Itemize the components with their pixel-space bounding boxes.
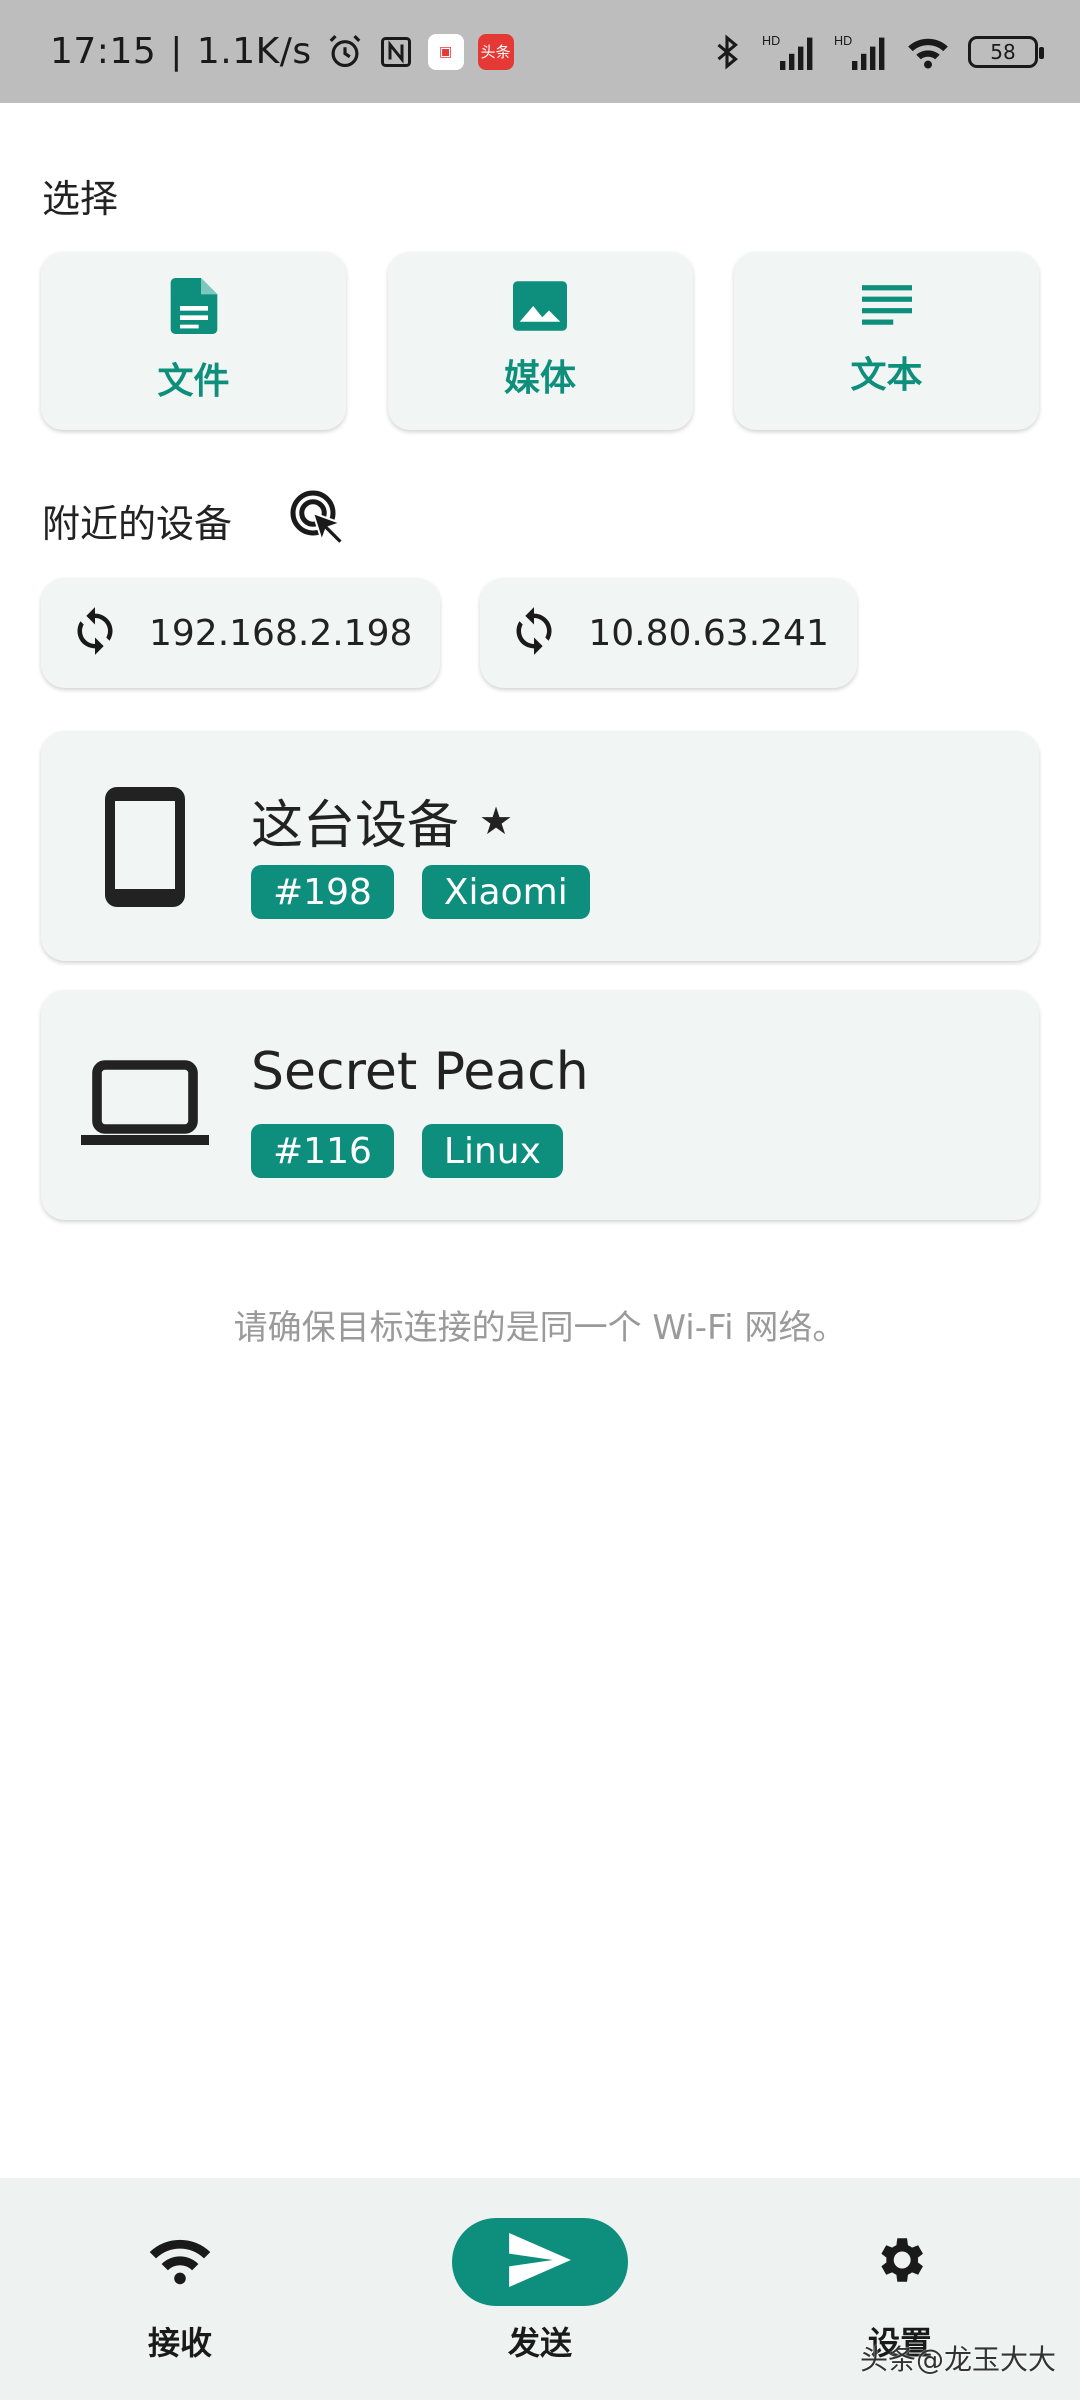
nav-send-label: 发送 (507, 2324, 572, 2362)
wifi-status-icon (906, 34, 950, 70)
net-speed: 1.1K/s (196, 31, 312, 72)
device-tags: #116 Linux (251, 1124, 563, 1178)
status-bar-right: HD HD 58 (710, 32, 1044, 72)
battery-indicator: 58 (968, 35, 1044, 68)
device-id-tag: #198 (251, 865, 394, 919)
scan-cursor-icon[interactable] (288, 488, 348, 552)
device-name-text: Secret Peach (251, 1042, 589, 1102)
select-text-label: 文本 (850, 355, 923, 396)
select-media-button[interactable]: 媒体 (387, 252, 693, 430)
ip-list: 192.168.2.198 10.80.63.241 (41, 578, 857, 688)
nearby-header: 附近的设备 (42, 490, 348, 550)
phone-icon (105, 787, 185, 911)
device-card-this[interactable]: 这台设备 ★ #198 Xiaomi (41, 731, 1039, 961)
svg-text:HD: HD (834, 33, 852, 47)
device-name-this: 这台设备 ★ (251, 783, 513, 858)
device-name-text: 这台设备 (251, 796, 460, 856)
ip-chip-2[interactable]: 10.80.63.241 (480, 578, 857, 688)
refresh-icon (508, 605, 560, 661)
toutiao-notification-icon: 头条 (477, 33, 514, 70)
laptop-icon (81, 1060, 209, 1154)
signal-hd-2-icon: HD (834, 32, 888, 72)
select-text-button[interactable]: 文本 (734, 252, 1039, 430)
device-model-tag: Xiaomi (421, 865, 590, 919)
status-bar: 17:15 | 1.1K/s ▣ 头条 HD HD 58 (0, 0, 1080, 103)
favorite-star-icon: ★ (479, 798, 514, 843)
select-file-button[interactable]: 文件 (41, 252, 346, 430)
gear-icon (871, 2231, 929, 2293)
wifi-hint-text: 请确保目标连接的是同一个 Wi-Fi 网络。 (233, 1308, 847, 1348)
device-tags: #198 Xiaomi (251, 865, 590, 919)
status-time: 17:15 (50, 31, 157, 72)
ip-address: 10.80.63.241 (588, 612, 829, 654)
ip-address: 192.168.2.198 (149, 612, 413, 654)
app-notification-icon: ▣ (427, 33, 464, 70)
refresh-icon (69, 605, 121, 661)
text-icon (861, 284, 912, 332)
nav-settings[interactable]: 设置 (750, 2178, 1050, 2364)
ip-chip-1[interactable]: 192.168.2.198 (41, 578, 441, 688)
select-media-label: 媒体 (503, 358, 576, 399)
svg-text:HD: HD (762, 33, 780, 47)
status-bar-left: 17:15 | 1.1K/s ▣ 头条 (50, 31, 514, 72)
nav-send-pill (452, 2218, 628, 2306)
image-icon (513, 281, 567, 335)
signal-hd-1-icon: HD (762, 32, 816, 72)
device-card-secret-peach[interactable]: Secret Peach #116 Linux (41, 990, 1039, 1220)
nav-receive-label: 接收 (147, 2324, 212, 2362)
nav-send[interactable]: 发送 (390, 2178, 690, 2364)
select-file-label: 文件 (157, 361, 230, 402)
status-separator: | (170, 31, 183, 72)
file-icon (170, 278, 218, 338)
watermark: 头条@龙玉大大 (859, 2343, 1056, 2376)
device-id-tag: #116 (251, 1124, 394, 1178)
nfc-icon (378, 34, 414, 70)
send-icon (509, 2233, 571, 2291)
bluetooth-icon (710, 32, 744, 72)
nearby-section-title: 附近的设备 (42, 501, 233, 546)
wifi-icon (148, 2235, 212, 2289)
select-options: 文件 媒体 文本 (41, 252, 1039, 430)
device-os-tag: Linux (421, 1124, 563, 1178)
alarm-icon (326, 33, 364, 71)
device-name-secret-peach: Secret Peach (251, 1042, 589, 1102)
nav-receive[interactable]: 接收 (30, 2178, 330, 2364)
select-section-title: 选择 (42, 177, 119, 221)
